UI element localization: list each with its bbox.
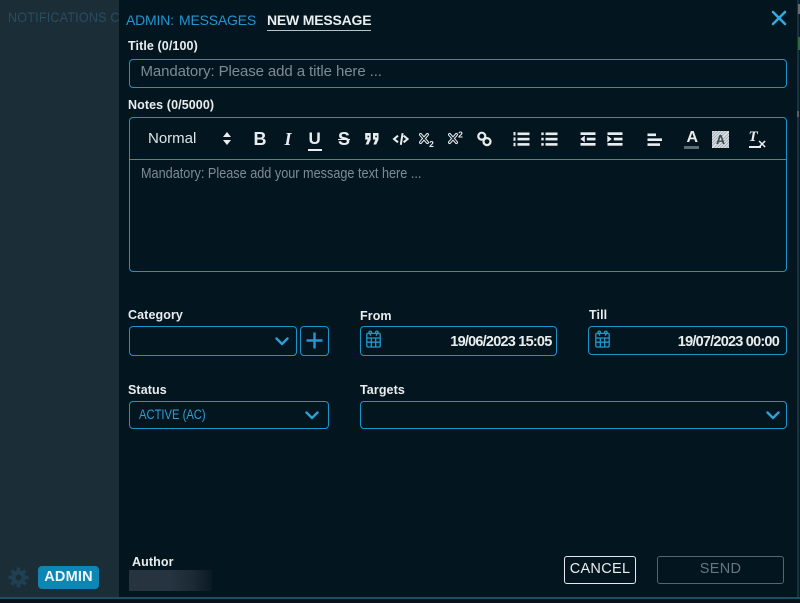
svg-text:A: A <box>715 133 724 147</box>
svg-text:2: 2 <box>429 139 434 148</box>
svg-text:2: 2 <box>458 130 463 139</box>
